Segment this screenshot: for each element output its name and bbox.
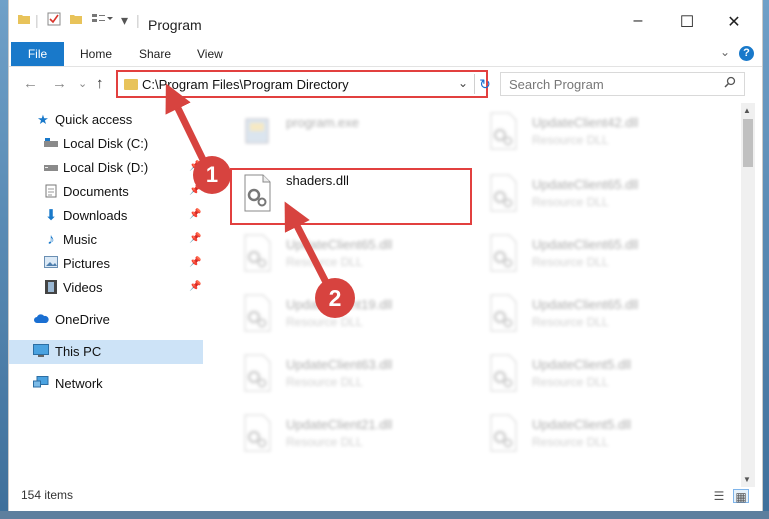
- annotation-arrows: [165, 83, 335, 294]
- desktop-background-left: [0, 0, 8, 519]
- explorer-window: | ▾ | Program – ☐ ✕ File Home Share View…: [8, 0, 763, 511]
- desktop-background-bottom: [0, 511, 769, 519]
- screen: | ▾ | Program – ☐ ✕ File Home Share View…: [0, 0, 769, 519]
- callout-2: 2: [315, 278, 355, 318]
- callout-1: 1: [193, 156, 231, 194]
